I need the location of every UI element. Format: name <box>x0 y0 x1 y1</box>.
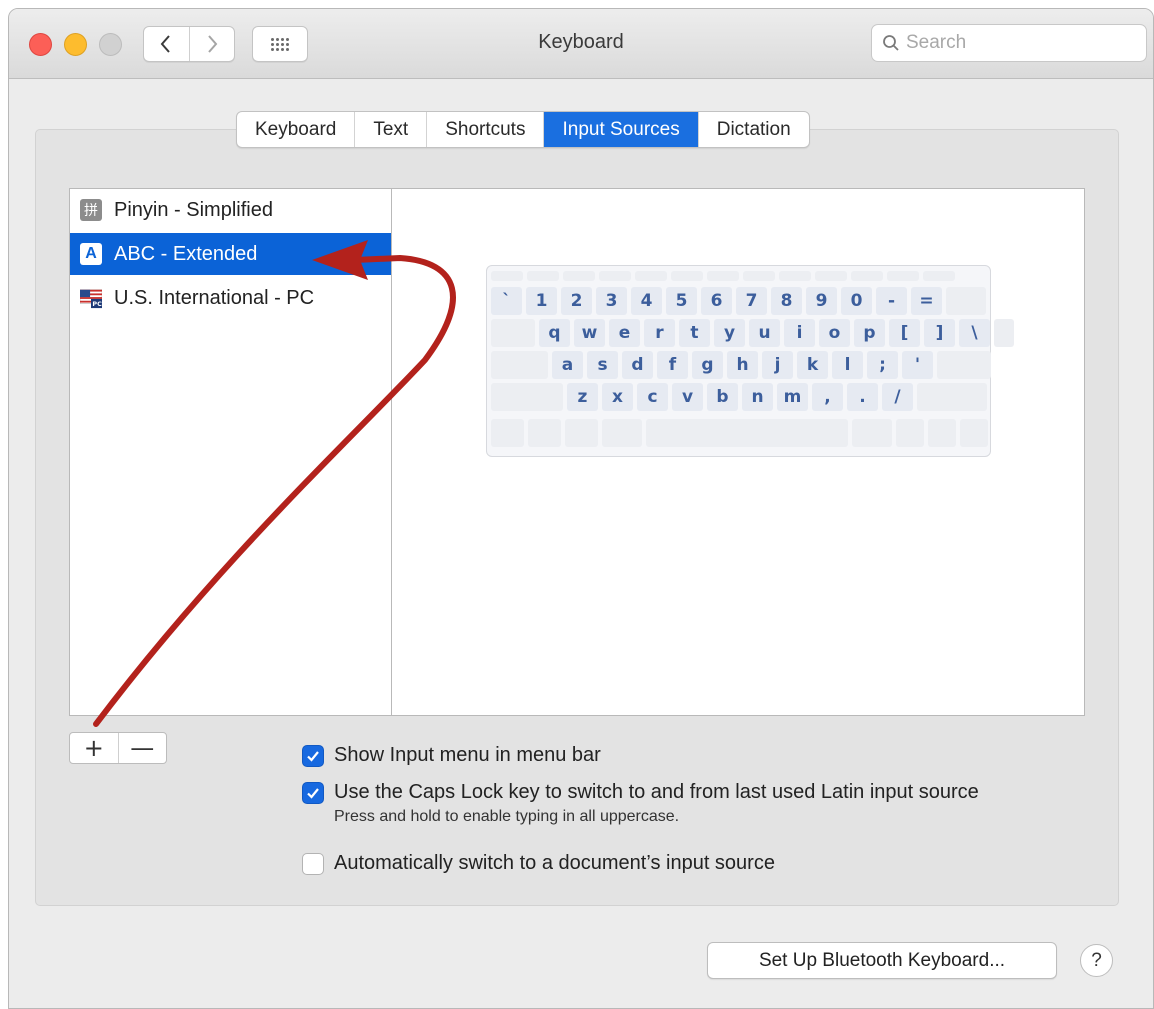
show-input-menu-checkbox[interactable] <box>302 744 324 767</box>
key-cap: . <box>847 383 878 411</box>
key-cap: e <box>609 319 640 347</box>
key-cap: d <box>622 351 653 379</box>
key-cap: s <box>587 351 618 379</box>
key-cap: w <box>574 319 605 347</box>
key-cap: 8 <box>771 287 802 315</box>
search-input[interactable] <box>906 32 1126 54</box>
key-cap: , <box>812 383 843 411</box>
option-caps-lock[interactable]: Use the Caps Lock key to switch to and f… <box>302 781 979 804</box>
caps-lock-note: Press and hold to enable typing in all u… <box>334 808 680 825</box>
key-cap: 1 <box>526 287 557 315</box>
auto-switch-checkbox[interactable] <box>302 852 324 875</box>
titlebar: Keyboard <box>9 9 1153 79</box>
key-cap: 5 <box>666 287 697 315</box>
source-label: ABC - Extended <box>114 242 258 265</box>
tab-dictation[interactable]: Dictation <box>699 112 809 147</box>
key-cap: z <box>567 383 598 411</box>
setup-bluetooth-keyboard-button[interactable]: Set Up Bluetooth Keyboard... <box>707 942 1057 979</box>
option-show-input-menu[interactable]: Show Input menu in menu bar <box>302 744 601 767</box>
key-cap: 4 <box>631 287 662 315</box>
bottom-key-row: z x c v b n m,. / <box>491 383 987 411</box>
tab-keyboard[interactable]: Keyboard <box>237 112 356 147</box>
auto-switch-label: Automatically switch to a document’s inp… <box>334 852 775 874</box>
number-key-row: ` 1 2 3 4 5 6 7 8 9 0- = <box>491 287 986 315</box>
checkmark-icon <box>307 787 319 799</box>
svg-text:PC: PC <box>92 300 102 308</box>
us-flag-icon: PC <box>80 287 102 309</box>
source-label: Pinyin - Simplified <box>114 198 273 221</box>
key-cap: v <box>672 383 703 411</box>
caps-lock-label: Use the Caps Lock key to switch to and f… <box>334 781 979 803</box>
add-source-button[interactable]: + <box>70 733 119 763</box>
key-cap: f <box>657 351 688 379</box>
key-cap: ' <box>902 351 933 379</box>
pinyin-icon: 拼 <box>80 199 102 221</box>
key-cap: r <box>644 319 675 347</box>
source-item-abc-extended[interactable]: A ABC - Extended <box>70 233 391 275</box>
key-cap: \ <box>959 319 990 347</box>
key-cap: 6 <box>701 287 732 315</box>
modifier-key-row <box>491 419 988 447</box>
key-cap: l <box>832 351 863 379</box>
blank-key <box>946 287 986 315</box>
source-label: U.S. International - PC <box>114 286 315 309</box>
tab-shortcuts[interactable]: Shortcuts <box>427 112 545 147</box>
checkmark-icon <box>307 750 319 762</box>
blank-key <box>491 383 563 411</box>
key-cap: j <box>762 351 793 379</box>
key-cap: a <box>552 351 583 379</box>
key-cap: - <box>876 287 907 315</box>
key-cap: = <box>911 287 942 315</box>
blank-key <box>937 351 991 379</box>
help-button[interactable]: ? <box>1080 944 1113 977</box>
key-cap: 7 <box>736 287 767 315</box>
abc-icon: A <box>80 243 102 265</box>
key-cap: [ <box>889 319 920 347</box>
blank-key <box>491 351 548 379</box>
key-cap: h <box>727 351 758 379</box>
search-field[interactable] <box>871 24 1147 62</box>
key-cap: k <box>797 351 828 379</box>
caps-lock-checkbox[interactable] <box>302 781 324 804</box>
key-cap: g <box>692 351 723 379</box>
keyboard-layout-preview: ` 1 2 3 4 5 6 7 8 9 0- = q w e r t y u i o p[] \ a s d f g h j k l; ' … <box>486 265 1014 457</box>
blank-key <box>994 319 1014 347</box>
input-sources-list[interactable]: 拼 Pinyin - Simplified A ABC - Extended P… <box>69 188 391 716</box>
key-cap: x <box>602 383 633 411</box>
key-cap: ; <box>867 351 898 379</box>
search-icon <box>883 35 899 51</box>
qwerty-key-row: q w e r t y u i o p[] \ <box>491 319 1014 347</box>
home-key-row: a s d f g h j k l; ' <box>491 351 991 379</box>
key-cap: c <box>637 383 668 411</box>
source-item-us-international[interactable]: PC U.S. International - PC <box>70 277 391 319</box>
key-cap: 9 <box>806 287 837 315</box>
key-cap: u <box>749 319 780 347</box>
key-cap: p <box>854 319 885 347</box>
option-auto-switch[interactable]: Automatically switch to a document’s inp… <box>302 852 775 875</box>
key-cap: 0 <box>841 287 872 315</box>
key-cap: y <box>714 319 745 347</box>
key-cap: ` <box>491 287 522 315</box>
tab-input-sources[interactable]: Input Sources <box>544 112 699 147</box>
tab-bar: Keyboard Text Shortcuts Input Sources Di… <box>236 111 810 148</box>
key-cap: 3 <box>596 287 627 315</box>
source-item-pinyin[interactable]: 拼 Pinyin - Simplified <box>70 189 391 231</box>
key-cap: b <box>707 383 738 411</box>
key-cap: i <box>784 319 815 347</box>
blank-key <box>917 383 987 411</box>
key-cap: ] <box>924 319 955 347</box>
remove-source-button[interactable]: — <box>119 733 167 763</box>
key-cap: n <box>742 383 773 411</box>
key-cap: / <box>882 383 913 411</box>
key-cap: o <box>819 319 850 347</box>
show-input-menu-label: Show Input menu in menu bar <box>334 744 601 766</box>
key-cap: q <box>539 319 570 347</box>
key-cap: m <box>777 383 808 411</box>
key-cap: 2 <box>561 287 592 315</box>
tab-text[interactable]: Text <box>355 112 428 147</box>
key-cap: t <box>679 319 710 347</box>
add-remove-control: + — <box>69 732 167 764</box>
blank-key <box>491 319 535 347</box>
